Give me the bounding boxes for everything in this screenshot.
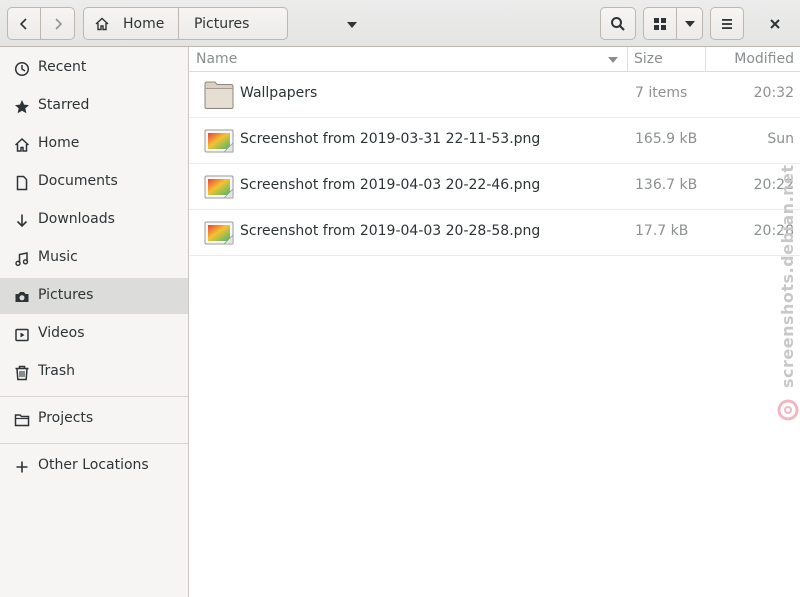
file-size: 136.7 kB [635, 177, 698, 193]
plus-icon [16, 461, 28, 473]
view-options-button[interactable] [677, 7, 703, 40]
sidebar: Recent Starred Home Documents Downloads … [0, 47, 189, 597]
watermark-text: screenshots.debian.net [778, 164, 797, 388]
caret-down-icon [347, 22, 357, 28]
sidebar-item-label: Videos [38, 325, 85, 341]
sidebar-item-starred[interactable]: Starred [0, 88, 188, 124]
sidebar-item-label: Recent [38, 59, 87, 75]
sidebar-item-projects[interactable]: Projects [0, 401, 188, 437]
folder-icon [204, 81, 234, 109]
sidebar-item-music[interactable]: Music [0, 240, 188, 276]
path-item-label: Pictures [194, 15, 250, 32]
column-header: Name Size Modified [189, 47, 800, 72]
search-icon [611, 16, 625, 31]
sidebar-item-label: Trash [38, 363, 75, 379]
file-name: Screenshot from 2019-04-03 20-28-58.png [240, 223, 541, 239]
file-name: Screenshot from 2019-04-03 20-22-46.png [240, 177, 541, 193]
chevron-right-icon [54, 17, 62, 30]
sidebar-divider [0, 396, 188, 397]
watermark: screenshots.debian.net [776, 164, 800, 428]
sidebar-item-label: Music [38, 249, 78, 265]
sidebar-item-documents[interactable]: Documents [0, 164, 188, 200]
download-icon [16, 214, 28, 228]
file-size: 17.7 kB [635, 223, 689, 239]
search-button[interactable] [600, 7, 636, 40]
file-modified: Sun [767, 131, 794, 147]
camera-icon [15, 292, 29, 302]
history-buttons [7, 7, 75, 40]
sidebar-item-label: Downloads [38, 211, 115, 227]
sidebar-item-other-locations[interactable]: Other Locations [0, 448, 188, 484]
caret-down-icon [684, 20, 695, 27]
close-icon [770, 18, 780, 29]
sidebar-item-videos[interactable]: Videos [0, 316, 188, 352]
column-name-header[interactable]: Name [196, 51, 237, 67]
debian-swirl-icon [777, 399, 799, 421]
sidebar-item-label: Projects [38, 410, 94, 426]
file-size: 7 items [635, 85, 688, 101]
sidebar-item-label: Other Locations [38, 457, 149, 473]
path-item-home[interactable]: Home [83, 7, 179, 40]
column-divider [627, 47, 628, 72]
forward-button[interactable] [41, 7, 75, 40]
document-icon [16, 175, 28, 191]
video-icon [15, 328, 29, 342]
sidebar-item-pictures[interactable]: Pictures [0, 278, 188, 314]
file-row[interactable]: Wallpapers 7 items 20:32 [189, 72, 800, 118]
path-item-pictures[interactable]: Pictures [179, 7, 357, 40]
file-size: 165.9 kB [635, 131, 698, 147]
trash-icon [15, 365, 29, 381]
sidebar-item-label: Starred [38, 97, 90, 113]
image-file-icon [204, 175, 234, 199]
view-controls [643, 7, 703, 40]
sidebar-item-label: Home [38, 135, 80, 151]
music-icon [15, 252, 29, 267]
home-icon [14, 137, 30, 152]
menu-button[interactable] [710, 7, 744, 40]
star-icon [15, 100, 29, 114]
view-mode-button[interactable] [643, 7, 677, 40]
file-modified: 20:32 [753, 85, 794, 101]
clock-icon [14, 61, 30, 77]
file-name: Wallpapers [240, 85, 318, 101]
path-item-label: Home [123, 15, 165, 32]
close-button[interactable] [758, 7, 792, 40]
column-size-header[interactable]: Size [634, 51, 663, 67]
sort-down-icon [608, 57, 618, 63]
column-divider [705, 47, 706, 72]
file-row[interactable]: Screenshot from 2019-04-03 20-22-46.png … [189, 164, 800, 210]
file-row[interactable]: Screenshot from 2019-04-03 20-28-58.png … [189, 210, 800, 256]
image-file-icon [204, 221, 234, 245]
header-bar: Home Pictures [0, 0, 800, 47]
sidebar-item-trash[interactable]: Trash [0, 354, 188, 390]
image-file-icon [204, 129, 234, 153]
file-list: Name Size Modified Wallpapers 7 items 20… [189, 47, 800, 597]
sidebar-item-recent[interactable]: Recent [0, 50, 188, 86]
file-name: Screenshot from 2019-03-31 22-11-53.png [240, 131, 541, 147]
sidebar-item-downloads[interactable]: Downloads [0, 202, 188, 238]
grid-icon [654, 17, 666, 30]
back-button[interactable] [7, 7, 41, 40]
home-icon [95, 17, 109, 30]
hamburger-icon [722, 18, 732, 29]
path-bar: Home Pictures [83, 7, 357, 40]
sidebar-divider [0, 443, 188, 444]
chevron-left-icon [19, 17, 27, 30]
folder-icon [14, 414, 30, 427]
sidebar-item-label: Pictures [38, 287, 94, 303]
column-modified-header[interactable]: Modified [734, 51, 794, 67]
sidebar-item-home[interactable]: Home [0, 126, 188, 162]
sidebar-item-label: Documents [38, 173, 118, 189]
file-row[interactable]: Screenshot from 2019-03-31 22-11-53.png … [189, 118, 800, 164]
